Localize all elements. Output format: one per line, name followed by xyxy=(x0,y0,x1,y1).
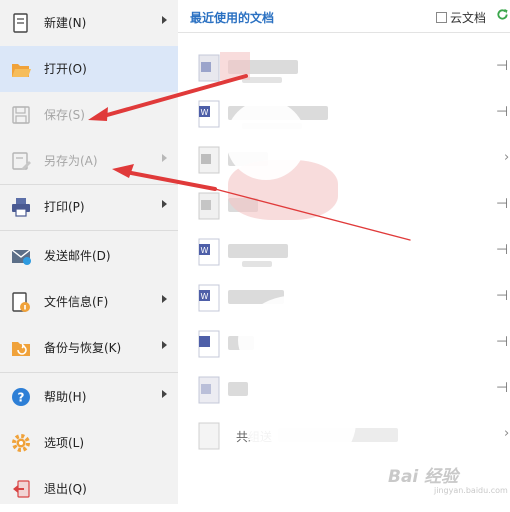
save-disk-icon xyxy=(12,106,30,124)
word-document-icon xyxy=(198,330,220,358)
svg-text:W: W xyxy=(201,292,209,301)
recent-doc-row[interactable]: W ⊣ xyxy=(178,230,510,276)
svg-text:W: W xyxy=(201,108,209,117)
document-icon xyxy=(198,146,220,174)
backup-restore-icon xyxy=(12,342,30,356)
menu-item-exit-label: 退出(Q) xyxy=(44,482,87,496)
menu-divider xyxy=(0,372,178,373)
menu-item-save-as[interactable]: 另存为(A) xyxy=(0,138,178,184)
chevron-right-icon xyxy=(162,16,167,24)
document-icon xyxy=(198,54,220,82)
blurred-path xyxy=(242,261,272,267)
document-icon xyxy=(198,422,220,450)
chevron-right-icon[interactable]: › xyxy=(504,426,509,441)
refresh-icon[interactable] xyxy=(496,8,509,21)
menu-item-exit[interactable]: 退出(Q) xyxy=(0,466,178,512)
word-document-icon: W xyxy=(198,284,220,312)
menu-item-backup-restore[interactable]: 备份与恢复(K) xyxy=(0,325,178,371)
menu-item-send-mail-label: 发送邮件(D) xyxy=(44,249,111,263)
new-document-icon xyxy=(13,13,28,33)
word-document-icon: W xyxy=(198,238,220,266)
gear-icon xyxy=(12,434,30,452)
envelope-icon xyxy=(11,249,31,265)
blurred-filename xyxy=(228,382,248,396)
save-as-icon xyxy=(12,152,31,170)
file-menu: 新建(N) 打开(O) 保存(S) 另存为(A) 打印(P) 发送邮件(D) 文… xyxy=(0,0,178,504)
file-info-icon xyxy=(12,292,30,312)
document-icon xyxy=(198,376,220,404)
blurred-filename xyxy=(228,244,288,258)
cloud-label: 云文档 xyxy=(450,11,487,25)
chevron-right-icon xyxy=(162,200,167,208)
menu-item-help[interactable]: ? 帮助(H) xyxy=(0,374,178,420)
redaction-blob xyxy=(246,372,356,472)
menu-item-file-info[interactable]: 文件信息(F) xyxy=(0,279,178,325)
svg-text:?: ? xyxy=(18,391,25,405)
help-icon: ? xyxy=(12,388,30,406)
chevron-right-icon xyxy=(162,295,167,303)
menu-item-open-label: 打开(O) xyxy=(44,62,87,76)
folder-open-icon xyxy=(12,64,31,77)
watermark-logo: Bai 经验 xyxy=(388,467,459,487)
word-document-icon: W xyxy=(198,100,220,128)
menu-item-print[interactable]: 打印(P) xyxy=(0,184,178,230)
menu-item-print-label: 打印(P) xyxy=(44,200,85,214)
menu-item-help-label: 帮助(H) xyxy=(44,390,87,404)
document-icon xyxy=(198,192,220,220)
redaction-blob xyxy=(226,100,306,180)
menu-item-backup-restore-label: 备份与恢复(K) xyxy=(44,341,122,355)
pin-icon[interactable]: ⊣ xyxy=(496,196,508,212)
menu-item-options[interactable]: 选项(L) xyxy=(0,420,178,466)
pin-icon[interactable]: ⊣ xyxy=(496,58,508,74)
menu-item-save-label: 保存(S) xyxy=(44,108,85,122)
cloud-checkbox[interactable] xyxy=(436,12,447,23)
redaction-blob xyxy=(220,52,250,80)
menu-item-file-info-label: 文件信息(F) xyxy=(44,295,109,309)
pin-icon[interactable]: ⊣ xyxy=(496,380,508,396)
menu-item-new[interactable]: 新建(N) xyxy=(0,0,178,46)
chevron-right-icon xyxy=(162,341,167,349)
watermark-url: jingyan.baidu.com xyxy=(434,486,508,495)
menu-item-save-as-label: 另存为(A) xyxy=(44,154,98,168)
cloud-documents-toggle[interactable]: 云文档 xyxy=(436,9,486,26)
chevron-right-icon[interactable]: › xyxy=(504,150,509,165)
menu-item-save[interactable]: 保存(S) xyxy=(0,92,178,138)
header-divider xyxy=(178,32,510,33)
pin-icon[interactable]: ⊣ xyxy=(496,242,508,258)
menu-item-send-mail[interactable]: 发送邮件(D) xyxy=(0,233,178,279)
recent-documents-panel: 最近使用的文档 云文档 ⊣ W ⊣ › ⊣ W ⊣ W ⊣ ⊣ ⊣ › xyxy=(178,0,510,504)
printer-icon xyxy=(12,198,30,217)
exit-icon xyxy=(13,480,30,498)
pin-icon[interactable]: ⊣ xyxy=(496,104,508,120)
svg-text:W: W xyxy=(201,246,209,255)
menu-item-new-label: 新建(N) xyxy=(44,16,87,30)
menu-item-options-label: 选项(L) xyxy=(44,436,85,450)
chevron-right-icon xyxy=(162,154,167,162)
recent-documents-title: 最近使用的文档 xyxy=(190,11,275,25)
pin-icon[interactable]: ⊣ xyxy=(496,334,508,350)
menu-divider xyxy=(0,230,178,231)
menu-item-open[interactable]: 打开(O) xyxy=(0,46,178,92)
chevron-right-icon xyxy=(162,390,167,398)
pin-icon[interactable]: ⊣ xyxy=(496,288,508,304)
